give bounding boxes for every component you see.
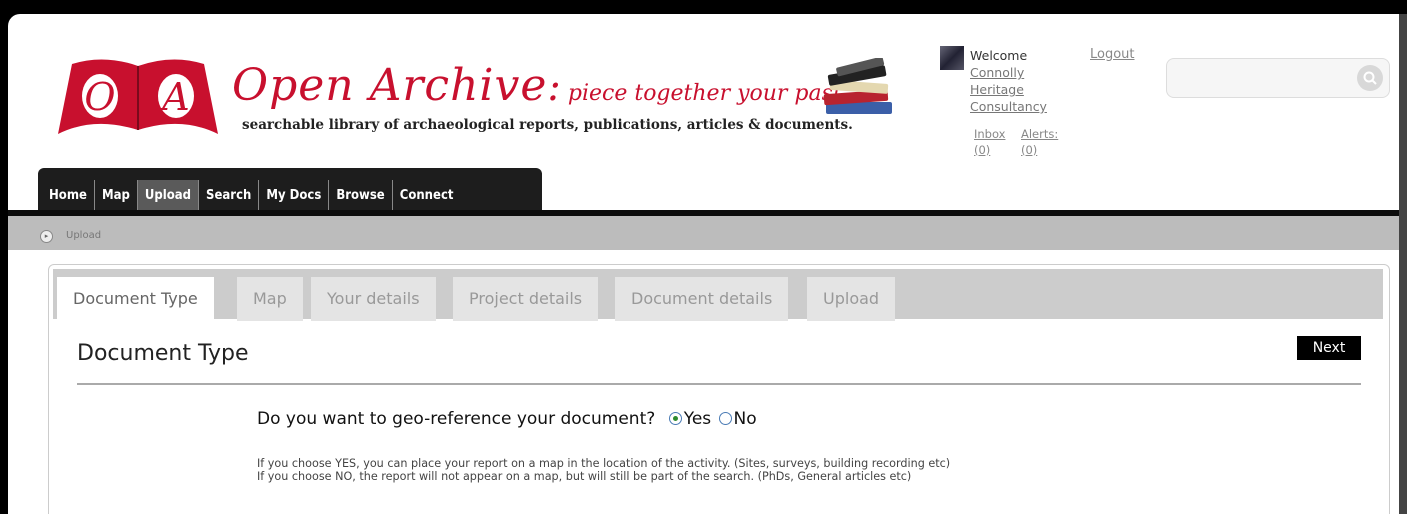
user-avatar[interactable]	[940, 46, 964, 70]
search-input[interactable]	[1167, 59, 1357, 97]
page-title: Document Type	[77, 341, 249, 366]
user-name-link[interactable]: Connolly Heritage Consultancy	[970, 64, 1066, 115]
help-text: If you choose YES, you can place your re…	[257, 457, 950, 483]
welcome-block: Welcome Connolly Heritage Consultancy	[970, 47, 1066, 115]
open-archive-logo[interactable]: O A	[54, 56, 222, 138]
next-button[interactable]: Next	[1297, 336, 1361, 360]
inbox-count: (0)	[974, 143, 991, 157]
nav-map[interactable]: Map	[95, 180, 138, 212]
radio-yes-label[interactable]: Yes	[684, 409, 711, 429]
nav-search[interactable]: Search	[199, 180, 260, 212]
nav-home[interactable]: Home	[42, 180, 95, 212]
site-subtitle: searchable library of archaeological rep…	[242, 117, 853, 133]
site-title: Open Archive: piece together your past	[232, 60, 842, 111]
title-colon: :	[547, 64, 562, 110]
window-edge	[1399, 14, 1407, 514]
tab-document-details[interactable]: Document details	[615, 277, 789, 321]
georeference-question: Do you want to geo-reference your docume…	[257, 409, 757, 429]
question-text: Do you want to geo-reference your docume…	[257, 409, 656, 429]
alerts-link[interactable]: Alerts: (0)	[1021, 126, 1058, 158]
title-archive: Archive	[369, 60, 548, 111]
divider	[77, 383, 1361, 385]
nav-browse[interactable]: Browse	[329, 180, 393, 212]
chevron-right-icon: ▸	[40, 230, 53, 243]
alerts-count: (0)	[1021, 143, 1038, 157]
help-yes: If you choose YES, you can place your re…	[257, 457, 951, 470]
nav-my-docs[interactable]: My Docs	[259, 180, 330, 212]
breadcrumb: ▸ Upload	[8, 216, 1407, 250]
alerts-label: Alerts:	[1021, 127, 1059, 141]
radio-yes[interactable]	[668, 411, 682, 425]
radio-no-label[interactable]: No	[734, 409, 757, 429]
tagline: piece together your past	[567, 81, 842, 106]
inbox-label: Inbox	[974, 127, 1006, 141]
tab-your-details[interactable]: Your details	[311, 277, 436, 321]
logo-letter-o: O	[84, 75, 115, 119]
logout-link[interactable]: Logout	[1090, 47, 1135, 62]
tab-strip: Document Type Map Your details Project d…	[53, 269, 1383, 321]
upload-panel: Document Type Map Your details Project d…	[48, 264, 1390, 514]
search-box[interactable]	[1166, 58, 1390, 98]
radio-no[interactable]	[718, 411, 732, 425]
search-button[interactable]	[1357, 65, 1383, 91]
nav-connect[interactable]: Connect	[393, 180, 461, 212]
browser-page: O A Open Archive: piece together your pas…	[8, 14, 1407, 514]
tab-upload[interactable]: Upload	[807, 277, 896, 321]
logo-letter-a: A	[159, 75, 189, 119]
main-nav: Home Map Upload Search My Docs Browse Co…	[38, 168, 542, 212]
tab-map[interactable]: Map	[237, 277, 303, 321]
tab-project-details[interactable]: Project details	[453, 277, 599, 321]
tab-document-type[interactable]: Document Type	[57, 277, 214, 321]
help-no: If you choose NO, the report will not ap…	[257, 470, 912, 483]
welcome-label: Welcome	[970, 48, 1028, 63]
books-icon	[823, 58, 892, 114]
breadcrumb-current[interactable]: Upload	[66, 230, 101, 241]
nav-upload[interactable]: Upload	[137, 180, 200, 212]
search-icon	[1363, 71, 1377, 85]
title-open: Open	[232, 60, 355, 111]
inbox-link[interactable]: Inbox (0)	[974, 126, 1005, 158]
